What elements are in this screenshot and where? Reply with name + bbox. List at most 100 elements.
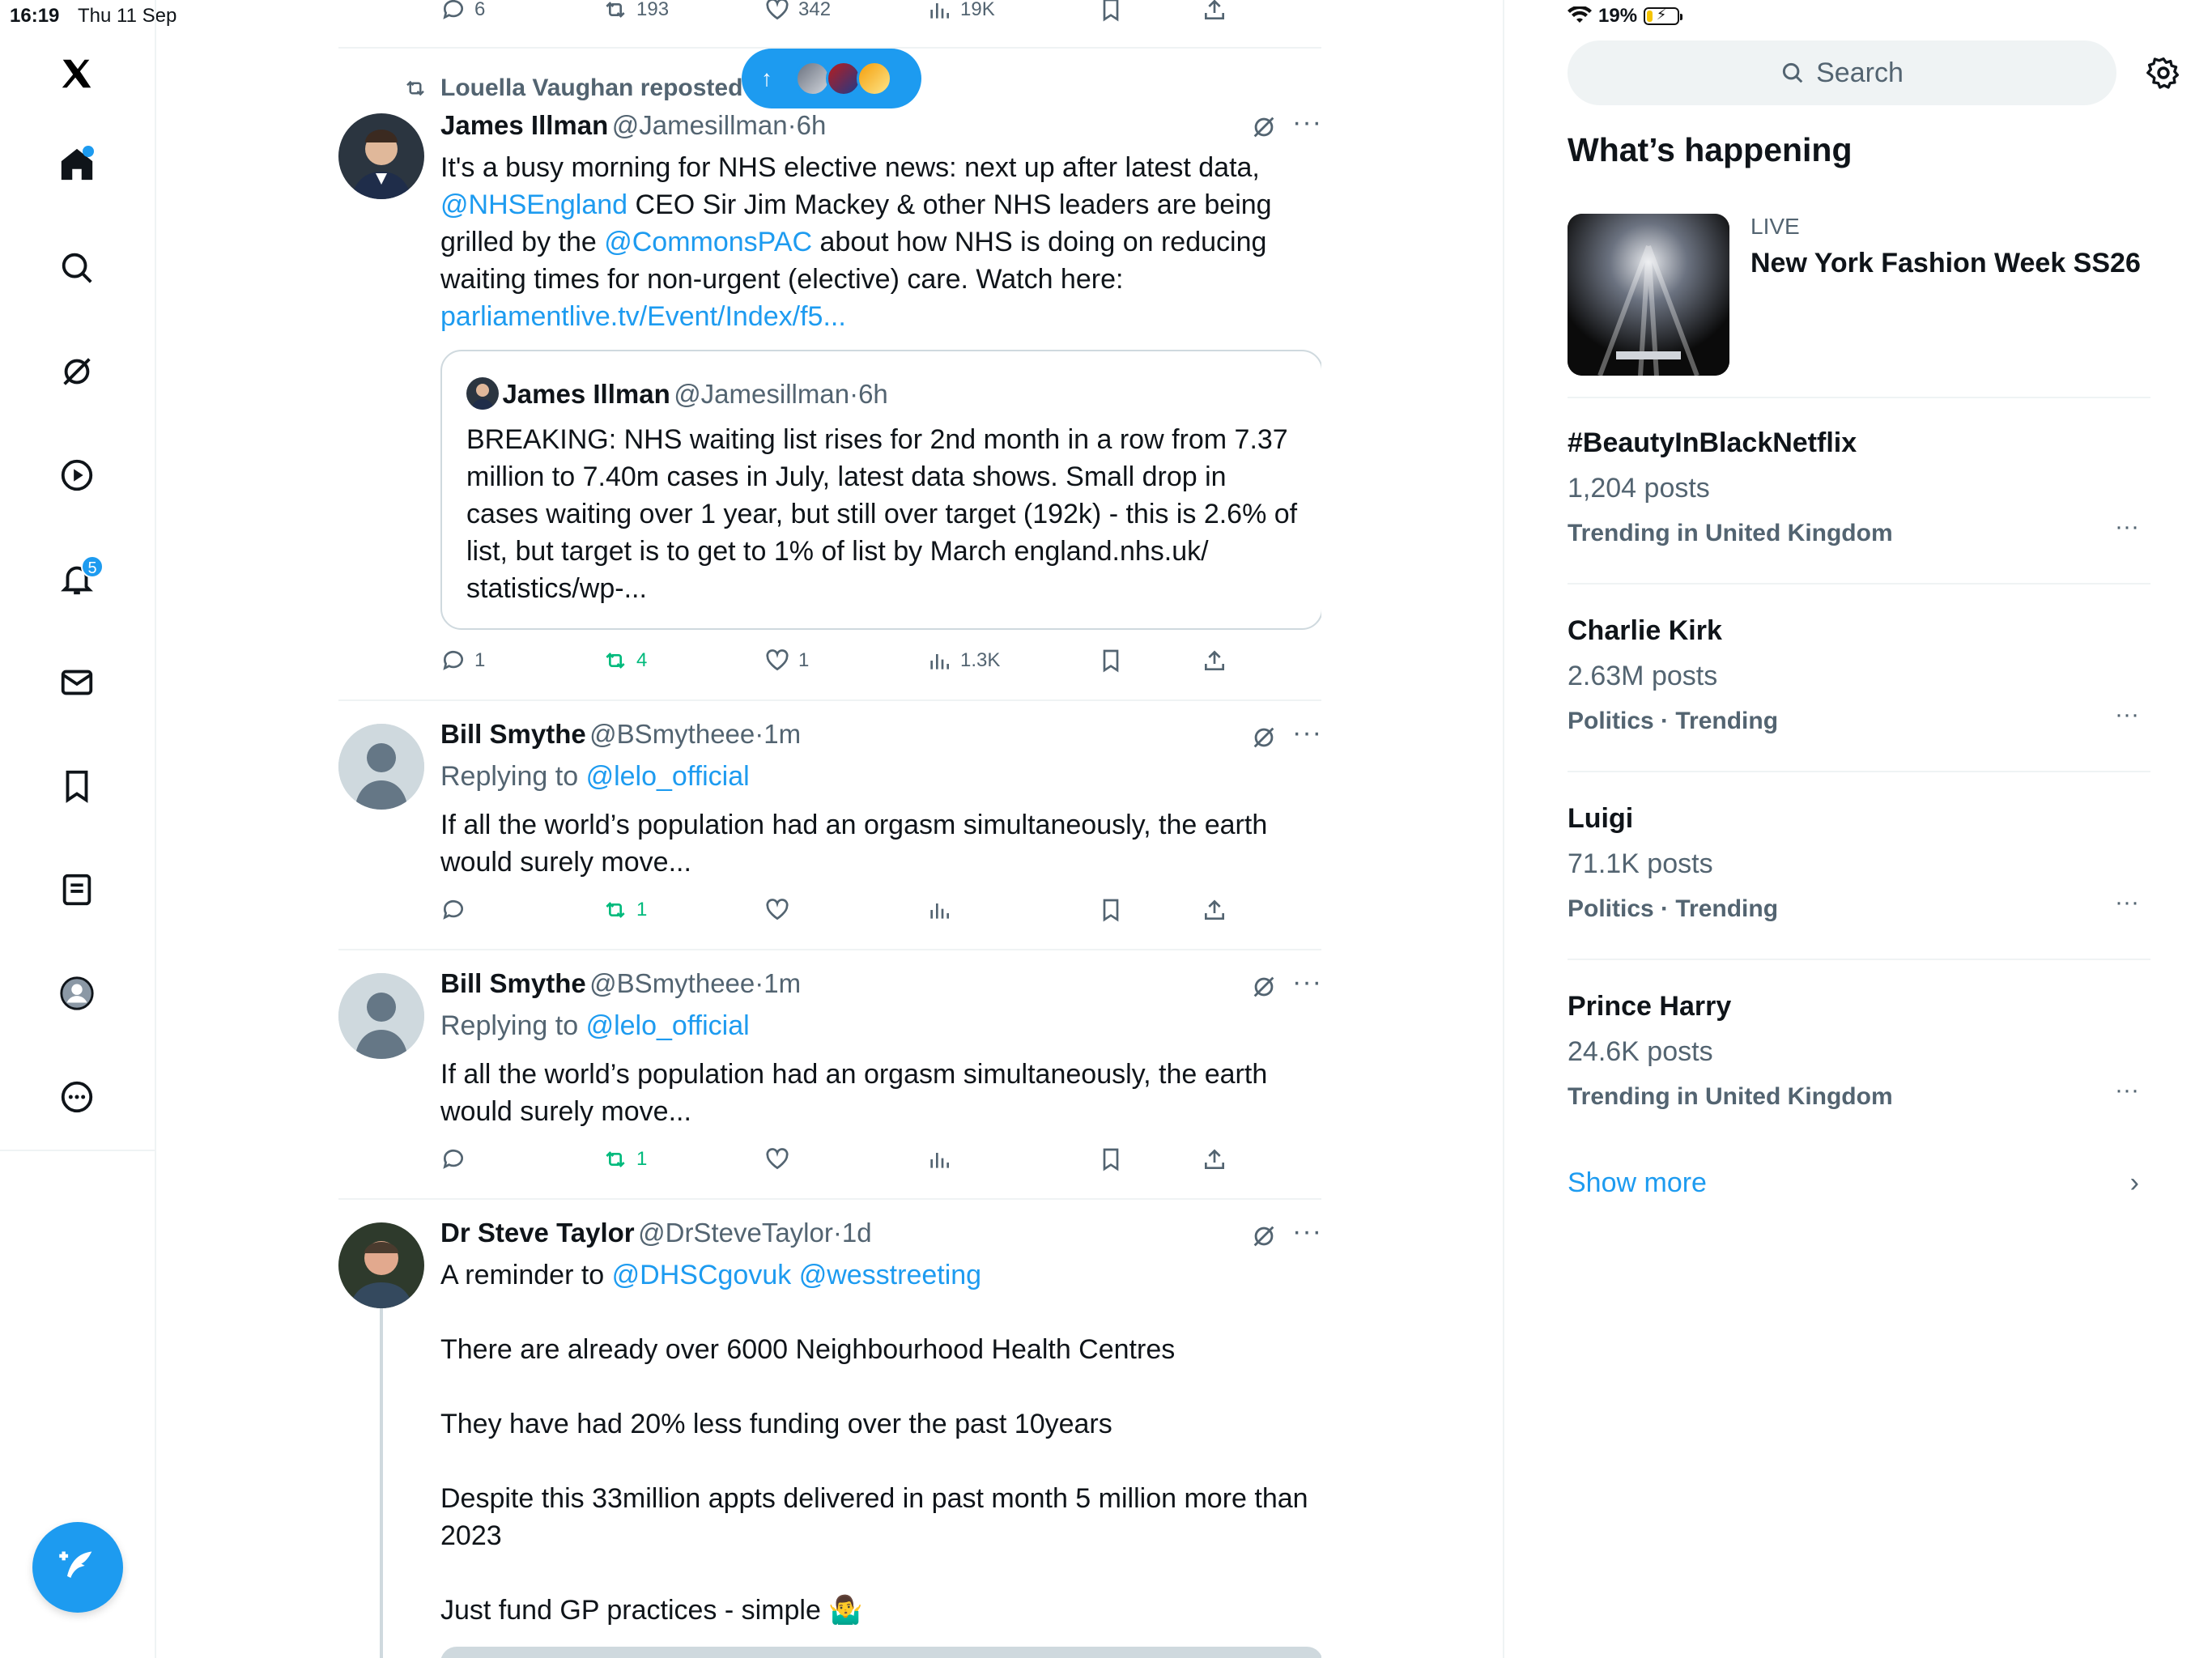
views-button[interactable] bbox=[926, 897, 952, 923]
x-logo-icon[interactable] bbox=[49, 45, 105, 102]
grok-icon[interactable] bbox=[49, 343, 105, 400]
home-icon[interactable] bbox=[49, 136, 105, 193]
reply-button[interactable] bbox=[440, 1146, 466, 1172]
repost-button[interactable]: 193 bbox=[602, 0, 669, 23]
author-handle[interactable]: @BSmytheee bbox=[589, 968, 755, 998]
grok-icon[interactable] bbox=[1250, 113, 1278, 141]
share-button[interactable] bbox=[1202, 1146, 1227, 1172]
feather-plus-icon bbox=[59, 1551, 92, 1578]
bookmark-button[interactable] bbox=[1098, 1146, 1124, 1172]
mention-link[interactable]: @lelo_official bbox=[586, 1010, 750, 1041]
settings-gear-icon[interactable] bbox=[2146, 55, 2181, 91]
more-menu-icon[interactable]: ··· bbox=[1292, 1216, 1321, 1248]
post-text-paragraph: They have had 20% less funding over the … bbox=[440, 1409, 1112, 1439]
author-name[interactable]: Dr Steve Taylor bbox=[440, 1218, 635, 1248]
messages-envelope-icon[interactable] bbox=[49, 654, 105, 711]
grok-icon[interactable] bbox=[1250, 724, 1278, 751]
post-timestamp[interactable]: 1m bbox=[764, 719, 801, 749]
reply-button[interactable]: 6 bbox=[440, 0, 485, 23]
trend-name: #BeautyInBlackNetflix bbox=[1568, 427, 1857, 458]
like-button[interactable]: 342 bbox=[764, 0, 831, 23]
mention-link[interactable]: @wesstreeting bbox=[799, 1260, 981, 1290]
reply-icon bbox=[443, 1149, 463, 1169]
post-timestamp[interactable]: 1d bbox=[842, 1218, 872, 1248]
views-button[interactable]: 19K bbox=[926, 0, 995, 23]
author-name[interactable]: Bill Smythe bbox=[440, 968, 586, 998]
post-timestamp[interactable]: 1m bbox=[764, 968, 801, 998]
share-button[interactable] bbox=[1202, 648, 1227, 674]
repost-button[interactable]: 1 bbox=[602, 1146, 647, 1172]
bookmark-button[interactable] bbox=[1098, 648, 1124, 674]
show-more-link[interactable]: Show more bbox=[1568, 1167, 1707, 1199]
reply-icon bbox=[443, 650, 463, 670]
reply-button[interactable]: 1 bbox=[440, 648, 485, 674]
bookmarks-icon[interactable] bbox=[49, 758, 105, 814]
mention-link[interactable]: @NHSEngland bbox=[440, 189, 627, 220]
quoted-post[interactable]: James Illman @Jamesillman·6h BREAKING: N… bbox=[440, 350, 1321, 630]
author-handle[interactable]: @BSmytheee bbox=[589, 719, 755, 749]
explore-search-icon[interactable] bbox=[49, 240, 105, 296]
battery-icon: ⚡ bbox=[1644, 6, 1683, 25]
avatar[interactable] bbox=[338, 1222, 424, 1308]
author-handle[interactable]: @Jamesillman bbox=[612, 110, 788, 140]
avatar[interactable] bbox=[338, 724, 424, 810]
author-name[interactable]: Bill Smythe bbox=[440, 719, 586, 749]
share-button[interactable] bbox=[1202, 897, 1227, 923]
like-button[interactable] bbox=[764, 1146, 790, 1172]
share-button[interactable] bbox=[1202, 0, 1227, 23]
author-name[interactable]: James Illman bbox=[440, 110, 608, 140]
like-button[interactable]: 1 bbox=[764, 648, 809, 674]
repost-icon bbox=[406, 80, 424, 96]
repost-button[interactable]: 4 bbox=[602, 648, 647, 674]
live-label: LIVE bbox=[1750, 214, 1800, 239]
video-play-icon[interactable] bbox=[49, 447, 105, 504]
reply-context: Replying to @lelo_official bbox=[440, 761, 750, 792]
more-options-circle-icon[interactable] bbox=[49, 1069, 105, 1125]
profile-avatar-icon[interactable] bbox=[49, 965, 105, 1022]
trend-post-count: 1,204 posts bbox=[1568, 473, 1710, 504]
post-media-preview[interactable] bbox=[440, 1647, 1321, 1658]
views-button[interactable]: 1.3K bbox=[926, 648, 1000, 674]
grok-icon[interactable] bbox=[1250, 973, 1278, 1001]
trend-more-icon[interactable]: ··· bbox=[2115, 513, 2139, 541]
section-title: What’s happening bbox=[1568, 131, 1853, 168]
more-menu-icon[interactable]: ··· bbox=[1292, 107, 1321, 138]
views-button[interactable] bbox=[926, 1146, 952, 1172]
trend-context: Trending in United Kingdom bbox=[1568, 520, 1893, 546]
compose-post-button[interactable] bbox=[32, 1522, 123, 1613]
repost-button[interactable]: 1 bbox=[602, 897, 647, 923]
bookmark-button[interactable] bbox=[1098, 0, 1124, 23]
avatar[interactable] bbox=[338, 973, 424, 1059]
trend-context: Politics · Trending bbox=[1568, 708, 1779, 734]
reply-button[interactable] bbox=[440, 897, 466, 923]
mention-link[interactable]: @lelo_official bbox=[586, 761, 750, 792]
bookmark-icon bbox=[1103, 1148, 1119, 1171]
bookmark-icon bbox=[1103, 0, 1119, 22]
post-timestamp[interactable]: 6h bbox=[797, 110, 827, 140]
share-icon bbox=[1205, 899, 1224, 920]
notifications-bell-icon[interactable]: 5 bbox=[49, 551, 105, 607]
post-text-lead: A reminder to @DHSCgovuk @wesstreeting bbox=[440, 1260, 982, 1290]
trend-post-count: 24.6K posts bbox=[1568, 1036, 1713, 1067]
grok-icon[interactable] bbox=[1250, 1222, 1278, 1250]
trend-more-icon[interactable]: ··· bbox=[2115, 701, 2139, 729]
share-icon bbox=[1205, 0, 1224, 19]
more-menu-icon[interactable]: ··· bbox=[1292, 717, 1321, 749]
mention-link[interactable]: @DHSCgovuk bbox=[612, 1260, 792, 1290]
more-menu-icon[interactable]: ··· bbox=[1292, 967, 1321, 998]
reply-icon bbox=[443, 899, 463, 920]
new-posts-pill[interactable]: ↑ bbox=[742, 49, 921, 108]
like-button[interactable] bbox=[764, 897, 790, 923]
live-event-card[interactable]: LIVE New York Fashion Week SS26 bbox=[1568, 214, 2150, 376]
author-handle[interactable]: @DrSteveTaylor bbox=[638, 1218, 833, 1248]
trend-more-icon[interactable]: ··· bbox=[2115, 889, 2139, 916]
url-link[interactable]: parliamentlive.tv/Event/Index/f5... bbox=[440, 301, 846, 332]
search-input[interactable]: Search bbox=[1568, 40, 2116, 105]
lists-icon[interactable] bbox=[49, 861, 105, 918]
avatar[interactable] bbox=[338, 113, 424, 199]
trend-name: Prince Harry bbox=[1568, 991, 1732, 1022]
trend-more-icon[interactable]: ··· bbox=[2115, 1077, 2139, 1104]
bookmark-button[interactable] bbox=[1098, 897, 1124, 923]
mention-link[interactable]: @CommonsPAC bbox=[604, 227, 812, 257]
trend-name: Luigi bbox=[1568, 803, 1634, 834]
